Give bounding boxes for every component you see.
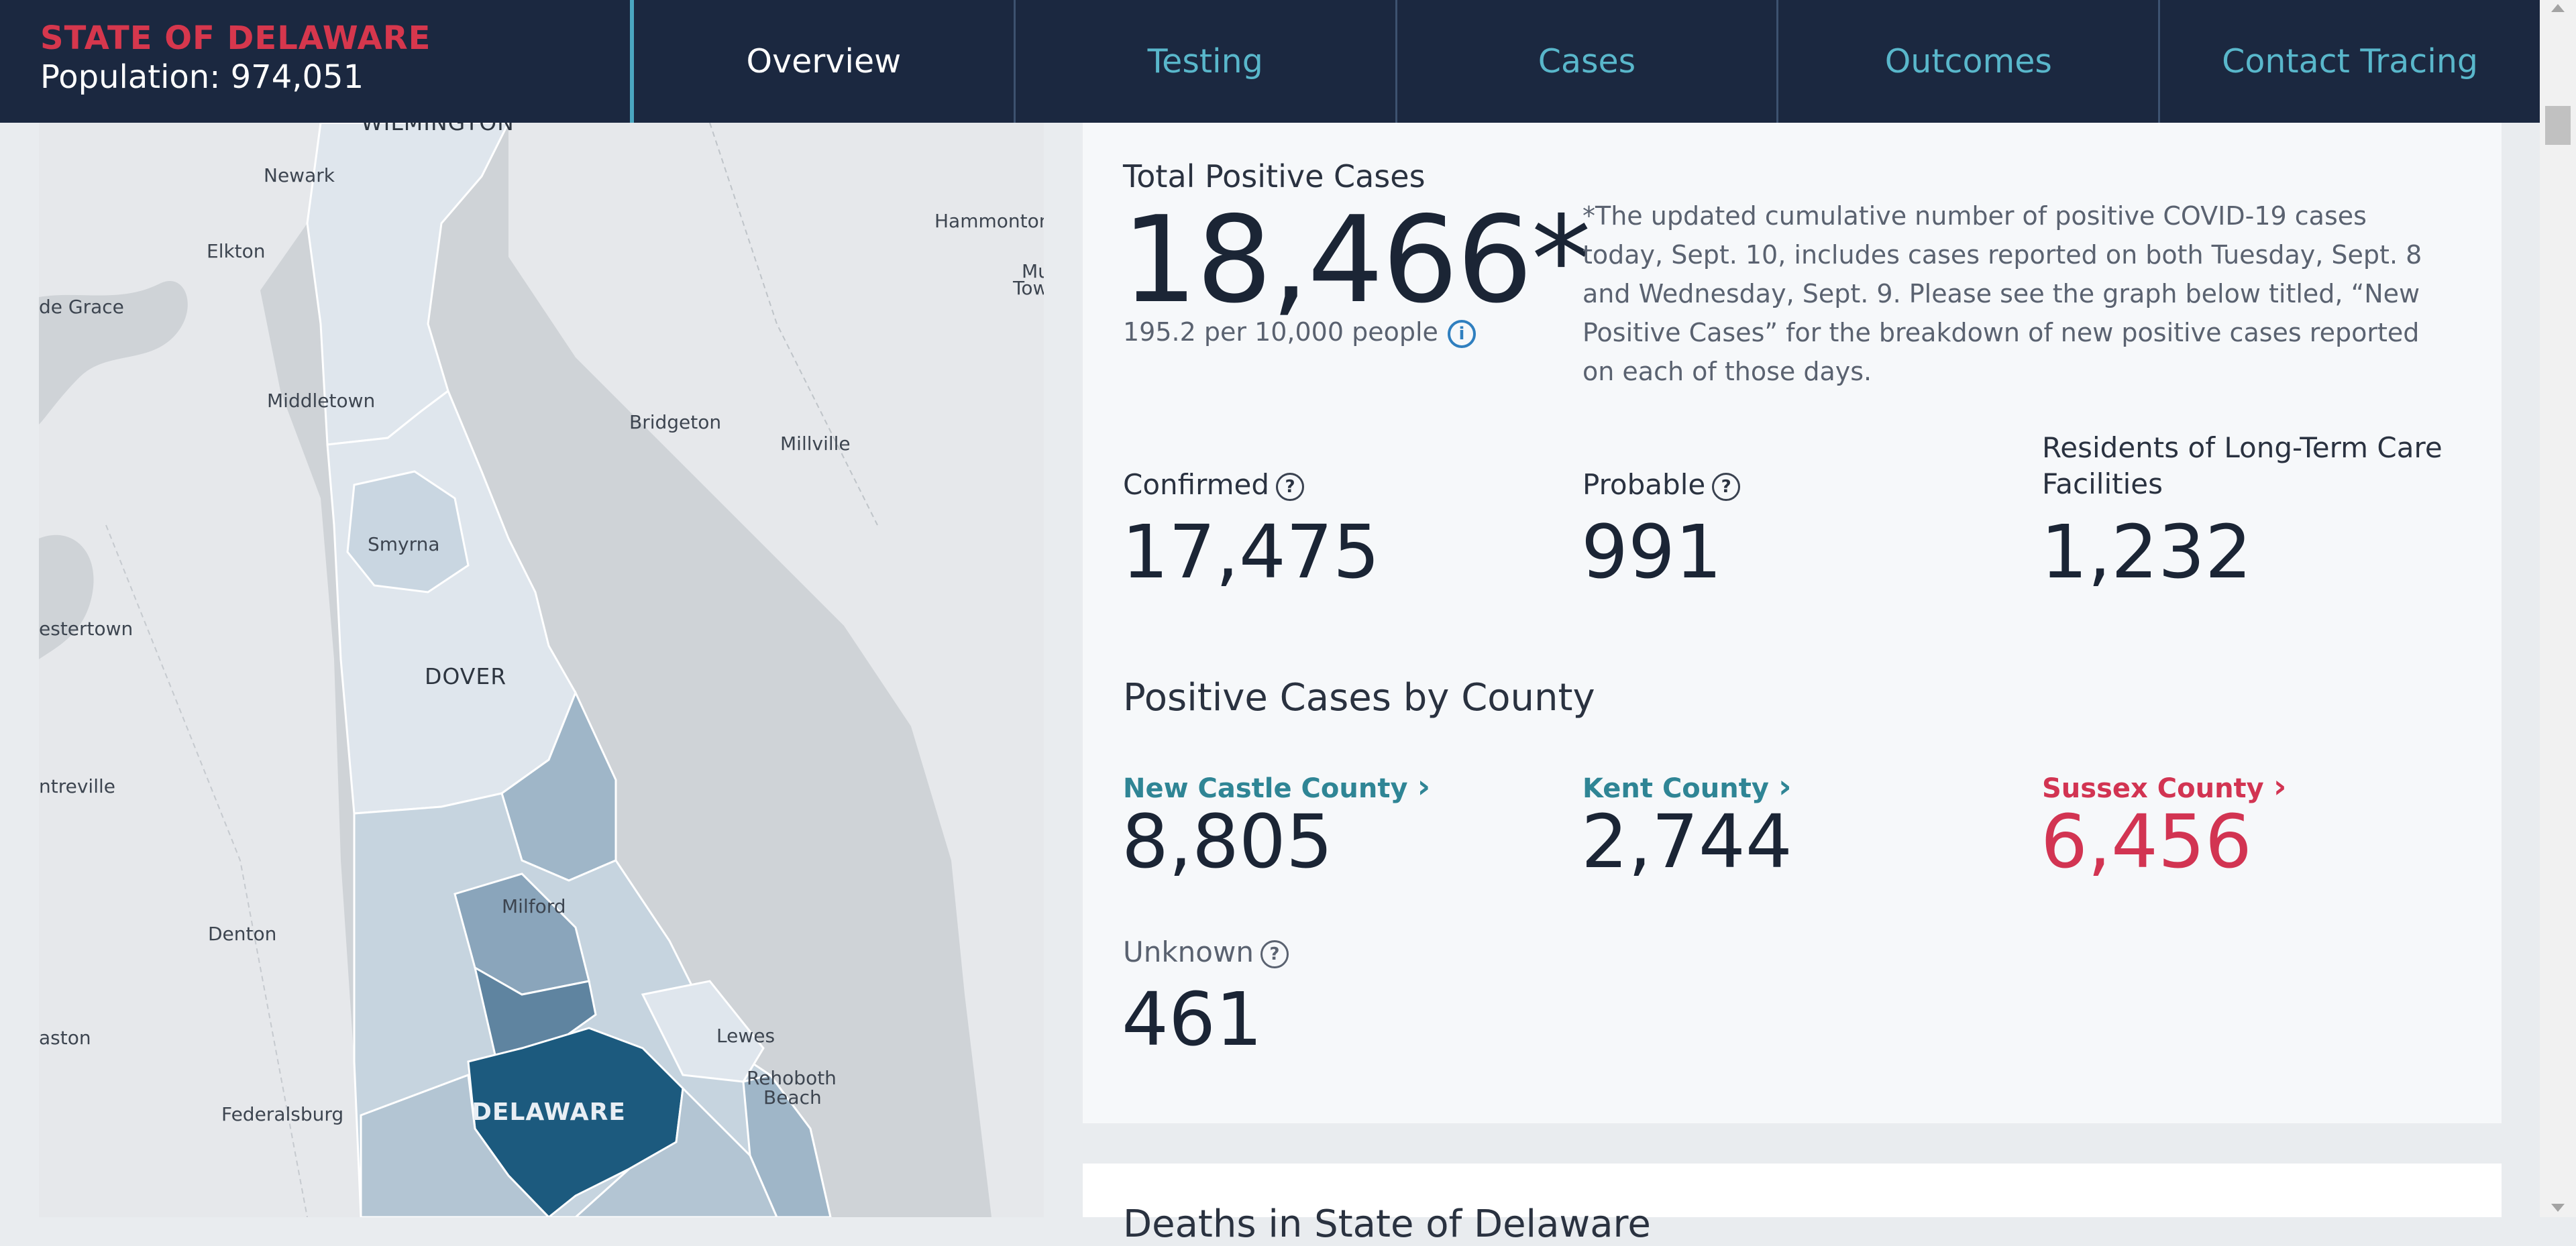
total-cases-value: 18,466* <box>1122 190 1591 329</box>
question-circle-icon[interactable]: ? <box>1276 472 1305 501</box>
ltc-label-line-1: Residents of Long-Term Care <box>2042 431 2443 464</box>
map-label-federalsburg: Federalsburg <box>221 1103 344 1125</box>
question-circle-icon[interactable]: ? <box>1260 940 1289 968</box>
map-label-havre-de-grace: de Grace <box>39 296 124 318</box>
chevron-right-icon: › <box>1417 768 1431 805</box>
top-navigation: STATE OF DELAWARE Population: 974,051 Ov… <box>0 0 2540 123</box>
map-label-easton: aston <box>39 1027 91 1049</box>
map-label-dover: DOVER <box>425 663 507 689</box>
positive-cases-card: Total Positive Cases 18,466* 195.2 per 1… <box>1083 123 2502 1123</box>
maryland-land <box>39 123 361 1217</box>
unknown-label: Unknown <box>1123 936 1254 968</box>
delaware-map[interactable]: WILMINGTON Newark Elkton de Grace Hammon… <box>39 123 1044 1217</box>
tab-outcomes[interactable]: Outcomes <box>1776 0 2158 123</box>
deaths-card-partial: Deaths in State of Delaware <box>1083 1164 2502 1246</box>
map-label-centreville: ntreville <box>39 775 115 797</box>
brand-block: STATE OF DELAWARE Population: 974,051 <box>0 0 634 123</box>
tab-testing[interactable]: Testing <box>1013 0 1395 123</box>
scroll-down-arrow-icon[interactable] <box>2551 1204 2565 1212</box>
ltc-value: 1,232 <box>2041 509 2252 595</box>
scroll-up-arrow-icon[interactable] <box>2551 4 2565 12</box>
tab-cases[interactable]: Cases <box>1395 0 1777 123</box>
kent-north-region <box>326 389 577 815</box>
probable-value: 991 <box>1581 509 1722 595</box>
map-label-wilmington: WILMINGTON <box>361 123 515 135</box>
tab-bar: Overview Testing Cases Outcomes Contact … <box>634 0 2540 123</box>
county-section-title: Positive Cases by County <box>1123 676 1595 720</box>
deaths-section-title: Deaths in State of Delaware <box>1123 1202 1651 1246</box>
confirmed-value: 17,475 <box>1122 509 1380 595</box>
sussex-county-value: 6,456 <box>2041 799 2252 885</box>
map-label-middletown: Middletown <box>267 390 376 412</box>
new-castle-county-value: 8,805 <box>1122 799 1333 885</box>
question-circle-icon[interactable]: ? <box>1712 472 1741 501</box>
update-note: *The updated cumulative number of positi… <box>1582 201 2422 386</box>
map-label-smyrna: Smyrna <box>368 533 440 555</box>
map-canvas <box>39 123 1044 1217</box>
map-label-bridgeton: Bridgeton <box>629 411 722 433</box>
confirmed-label: Confirmed <box>1123 468 1270 501</box>
info-icon[interactable]: i <box>1447 319 1476 348</box>
map-label-milford: Milford <box>502 895 566 917</box>
map-label-beach: Beach <box>763 1086 822 1109</box>
kent-county-value: 2,744 <box>1581 799 1792 885</box>
map-label-lewes: Lewes <box>716 1025 775 1047</box>
tab-contact-tracing[interactable]: Contact Tracing <box>2158 0 2540 123</box>
state-title: STATE OF DELAWARE <box>40 19 431 57</box>
ltc-label-line-2: Facilities <box>2042 467 2163 500</box>
map-label-millville: Millville <box>780 433 851 455</box>
map-label-delaware: DELAWARE <box>472 1098 626 1126</box>
population-text: Population: 974,051 <box>40 58 364 96</box>
map-label-elkton: Elkton <box>207 240 266 262</box>
page-scrollbar[interactable] <box>2540 0 2576 1217</box>
map-label-township: Tow <box>1013 277 1044 299</box>
total-cases-title: Total Positive Cases <box>1123 158 1426 194</box>
rate-text: 195.2 per 10,000 people <box>1123 317 1438 347</box>
rate-line: 195.2 per 10,000 people i <box>1123 317 1476 348</box>
map-label-chestertown: estertown <box>39 618 133 640</box>
probable-label-row: Probable? <box>1582 468 1741 501</box>
tab-overview[interactable]: Overview <box>634 0 1014 123</box>
chevron-right-icon: › <box>2273 768 2287 805</box>
scrollbar-thumb[interactable] <box>2545 106 2571 145</box>
confirmed-label-row: Confirmed? <box>1123 468 1305 501</box>
map-label-denton: Denton <box>208 923 277 945</box>
unknown-label-row: Unknown? <box>1123 936 1289 968</box>
unknown-value: 461 <box>1122 976 1263 1062</box>
map-label-hammonton: Hammonton <box>934 210 1044 232</box>
map-label-newark: Newark <box>264 164 335 186</box>
probable-label: Probable <box>1582 468 1706 501</box>
